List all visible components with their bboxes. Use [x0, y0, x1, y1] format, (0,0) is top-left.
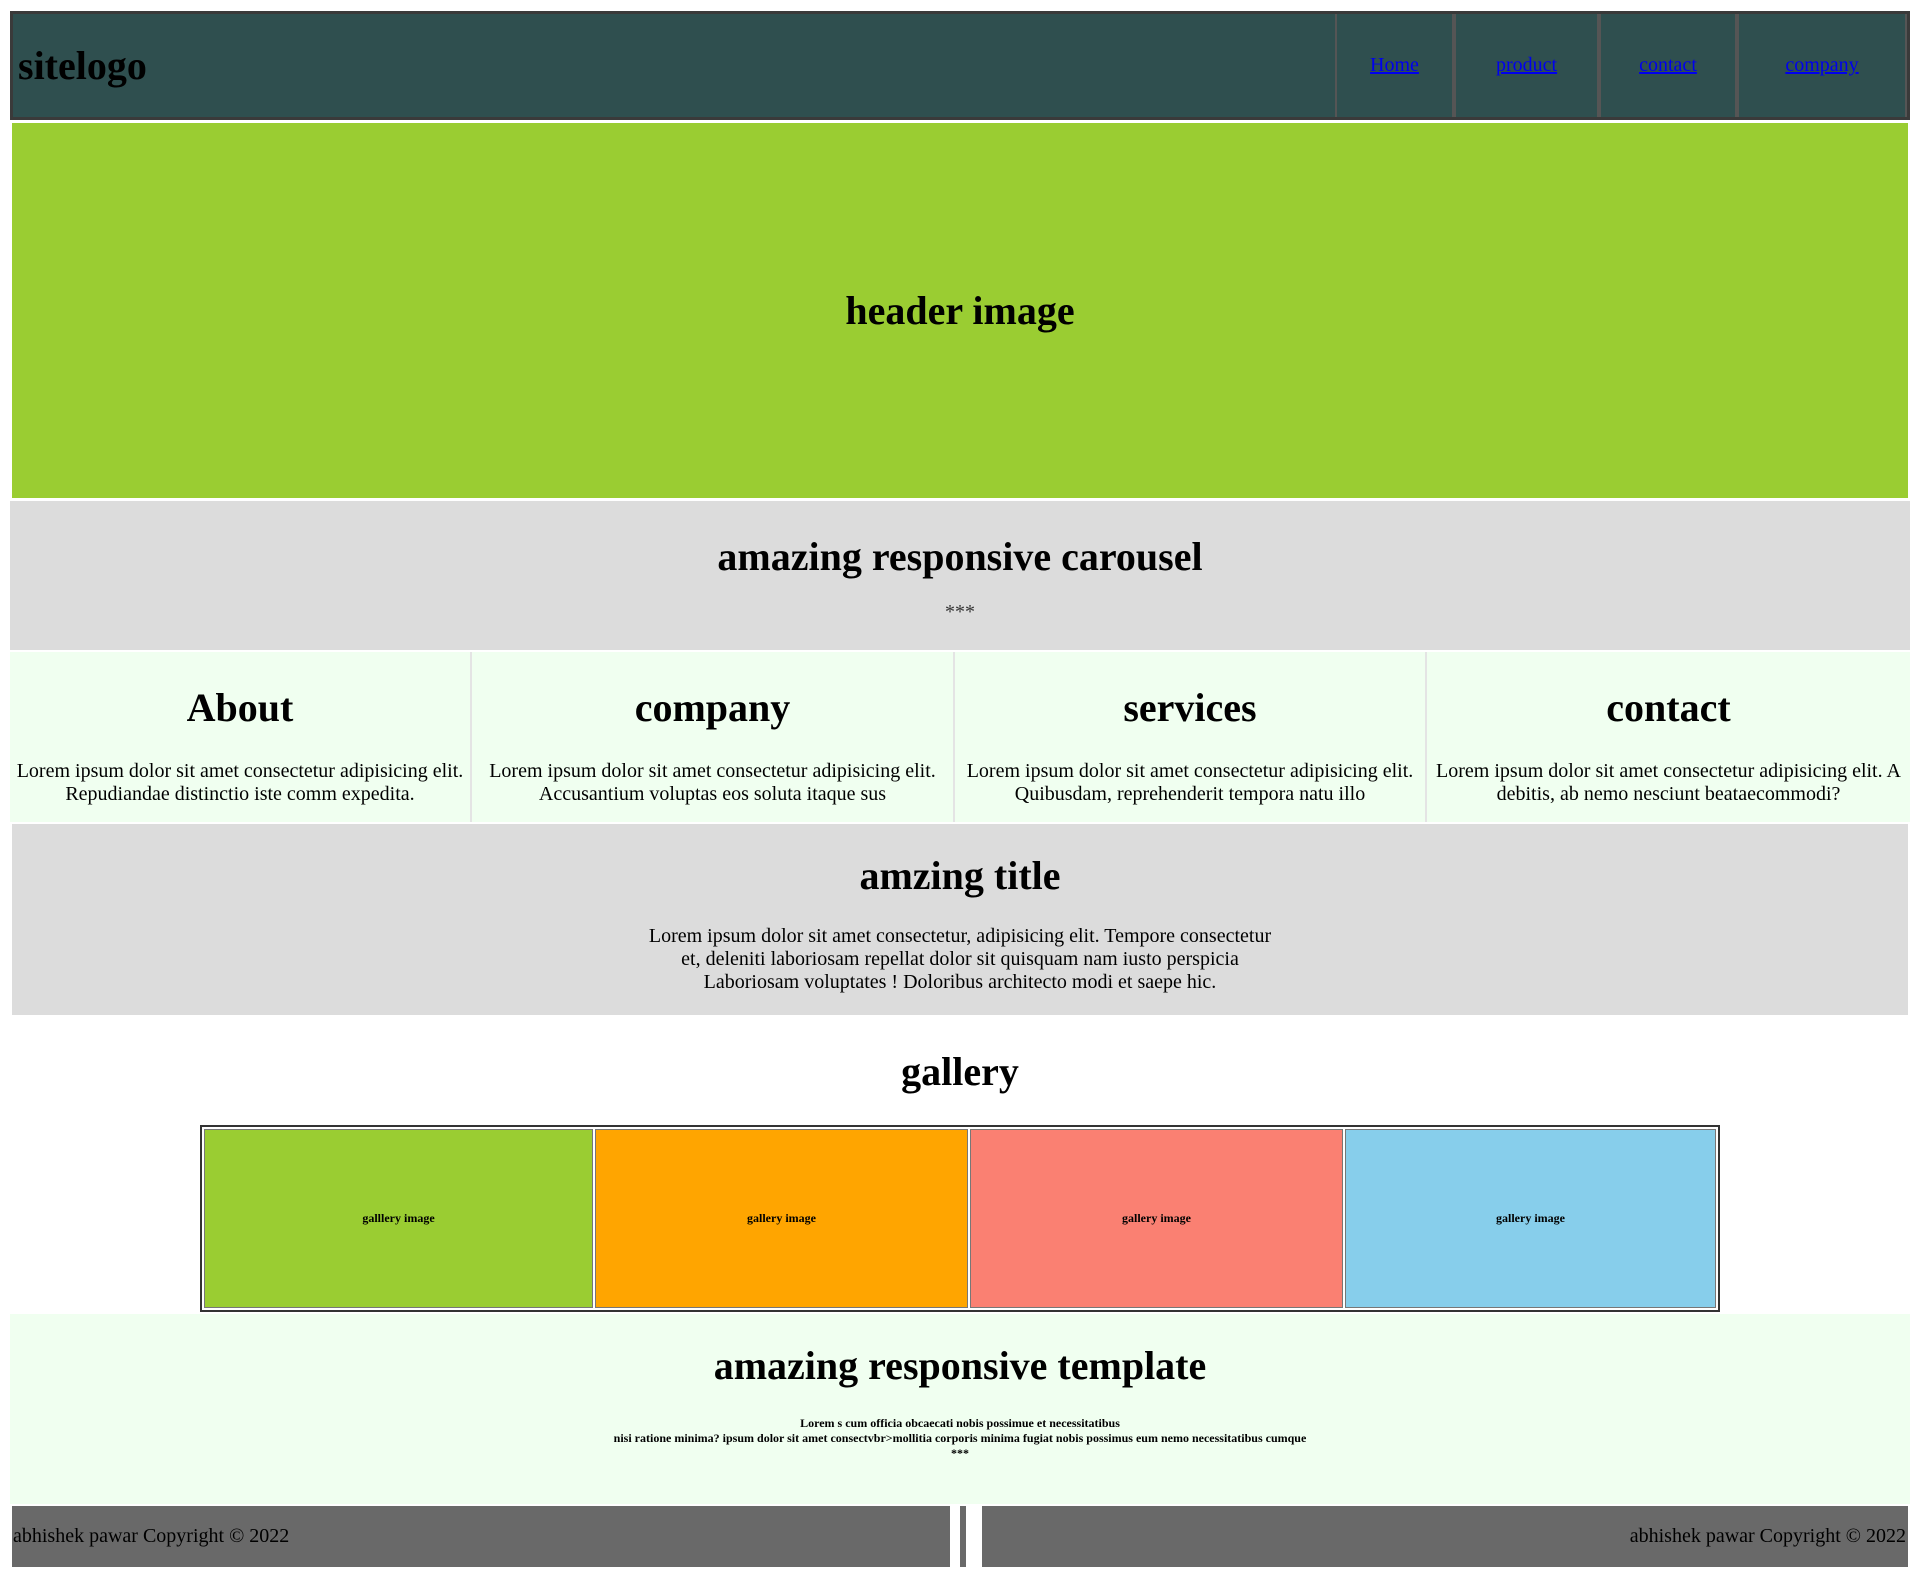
column-contact: contact Lorem ipsum dolor sit amet conse…: [1427, 652, 1910, 822]
site-logo: sitelogo: [18, 43, 147, 88]
column-text: Lorem ipsum dolor sit amet consectetur a…: [16, 760, 464, 805]
gallery-image-label: gallery image: [1122, 1211, 1191, 1225]
column-company: company Lorem ipsum dolor sit amet conse…: [472, 652, 955, 822]
column-services: services Lorem ipsum dolor sit amet cons…: [955, 652, 1427, 822]
carousel-section: amazing responsive carousel ***: [10, 501, 1910, 650]
column-title: company: [634, 685, 791, 730]
amazing-text: Lorem ipsum dolor sit amet consectetur, …: [648, 925, 1272, 993]
footer-copyright-left: abhishek pawar Copyright © 2022: [13, 1525, 290, 1547]
nav-item-home: Home: [1335, 14, 1454, 117]
amazing-title-section: amzing title Lorem ipsum dolor sit amet …: [12, 824, 1908, 1015]
template-line-1: Lorem s cum officia obcaecati nobis poss…: [800, 1416, 1120, 1430]
column-title: About: [186, 685, 294, 730]
nav-link-product[interactable]: product: [1496, 54, 1557, 77]
footer: abhishek pawar Copyright © 2022 abhishek…: [12, 1506, 1908, 1567]
nav-item-contact: contact: [1599, 14, 1737, 117]
footer-divider-bar: [960, 1506, 966, 1567]
gallery-image-label: galllery image: [362, 1211, 435, 1225]
column-text: Lorem ipsum dolor sit amet consectetur a…: [1436, 760, 1901, 805]
nav-item-company: company: [1737, 14, 1907, 117]
nav-item-product: product: [1454, 14, 1599, 117]
column-title: contact: [1606, 685, 1731, 730]
header-image-section: header image: [12, 123, 1908, 498]
nav-link-company[interactable]: company: [1785, 54, 1858, 77]
template-text: Lorem s cum officia obcaecati nobis poss…: [10, 1416, 1910, 1461]
template-stars: ***: [951, 1446, 969, 1460]
footer-copyright-right: abhishek pawar Copyright © 2022: [1629, 1525, 1906, 1547]
gallery-image-2[interactable]: gallery image: [595, 1129, 968, 1308]
template-line-2: nisi ratione minima? ipsum dolor sit ame…: [613, 1431, 1307, 1445]
amazing-title: amzing title: [859, 853, 1061, 898]
template-title: amazing responsive template: [713, 1343, 1207, 1388]
gallery-image-4[interactable]: gallery image: [1345, 1129, 1716, 1308]
template-section: amazing responsive template Lorem s cum …: [10, 1314, 1910, 1504]
gallery-image-1[interactable]: galllery image: [204, 1129, 593, 1308]
column-about: About Lorem ipsum dolor sit amet consect…: [10, 652, 472, 822]
carousel-title: amazing responsive carousel: [717, 534, 1203, 579]
gallery-image-label: gallery image: [747, 1211, 816, 1225]
carousel-stars: ***: [945, 601, 975, 623]
gallery-grid: galllery image gallery image gallery ima…: [200, 1125, 1720, 1312]
gallery-image-3[interactable]: gallery image: [970, 1129, 1343, 1308]
column-text: Lorem ipsum dolor sit amet consectetur a…: [489, 760, 936, 805]
column-text: Lorem ipsum dolor sit amet consectetur a…: [966, 760, 1414, 805]
top-navbar: sitelogo Home product contact company: [10, 11, 1910, 120]
nav-link-home[interactable]: Home: [1370, 54, 1419, 77]
gallery-title: gallery: [901, 1049, 1019, 1094]
footer-divider: [950, 1506, 982, 1567]
nav-link-contact[interactable]: contact: [1639, 54, 1697, 77]
column-title: services: [1123, 685, 1257, 730]
gallery-image-label: gallery image: [1496, 1211, 1565, 1225]
header-image-title: header image: [845, 288, 1075, 333]
